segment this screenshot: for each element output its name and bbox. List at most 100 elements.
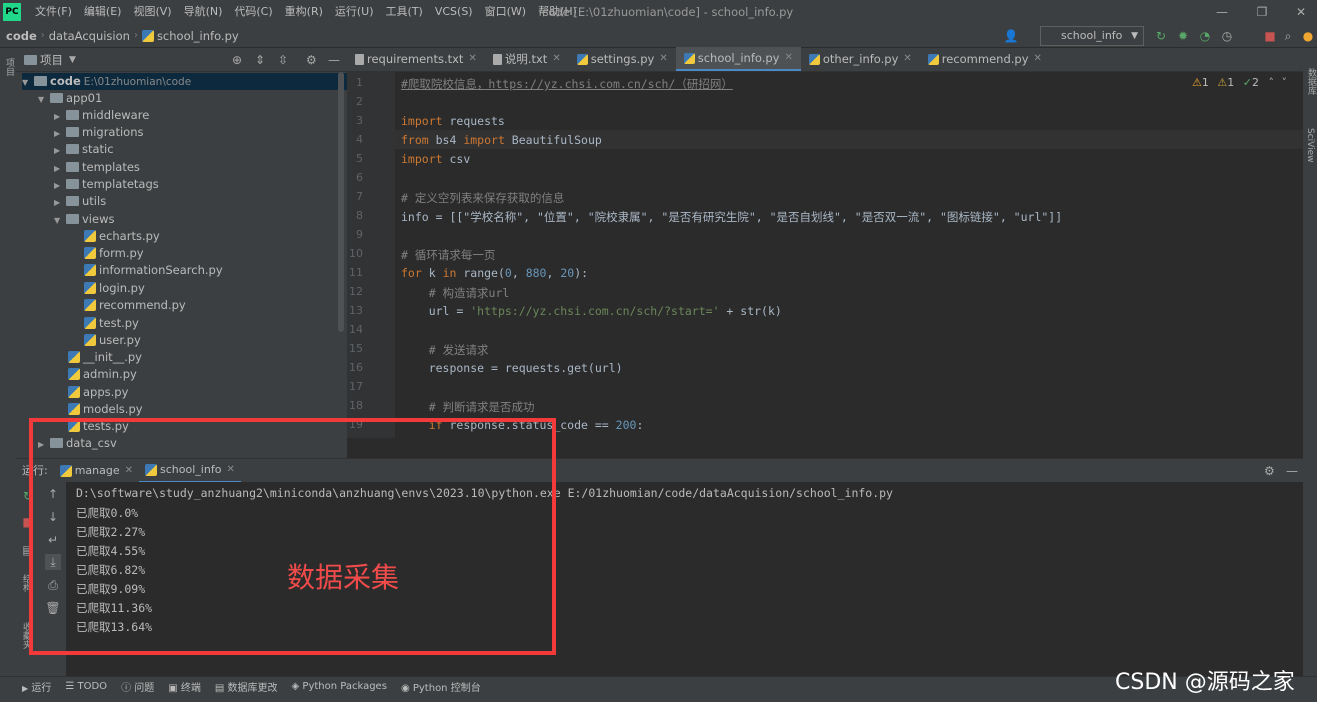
line-number: 10 xyxy=(349,247,363,260)
tree-item-apps[interactable]: apps.py xyxy=(68,384,128,401)
menu-run[interactable]: 运行(U) xyxy=(329,0,380,24)
close-icon[interactable]: ✕ xyxy=(784,46,792,70)
bottom-tab-terminal[interactable]: ▣ 终端 xyxy=(168,679,201,694)
chevron-down-icon[interactable]: ▼ xyxy=(54,212,66,229)
tree-item-test[interactable]: test.py xyxy=(84,315,139,332)
database-stripe-label[interactable]: 数据库 xyxy=(1305,68,1317,95)
chevron-right-icon[interactable]: ▶ xyxy=(54,177,66,194)
tab-settings[interactable]: settings.py ✕ xyxy=(569,47,676,71)
collapse-all-icon[interactable]: ⇳ xyxy=(278,53,288,67)
coverage-icon[interactable]: ◔ xyxy=(1197,28,1213,44)
tree-item-templates[interactable]: ▶ templates xyxy=(54,159,140,176)
tree-item-migrations[interactable]: ▶ migrations xyxy=(54,124,144,141)
code-line: info = [["学校名称", "位置", "院校隶属", "是否有研究生院"… xyxy=(401,210,1063,224)
menu-tools[interactable]: 工具(T) xyxy=(380,0,429,24)
bottom-tab-problems[interactable]: ⓘ 问题 xyxy=(121,679,154,694)
gear-icon[interactable]: ⚙ xyxy=(1264,464,1275,478)
chevron-up-icon[interactable]: ˄ xyxy=(1268,76,1274,89)
chevron-down-icon[interactable]: ˅ xyxy=(1281,76,1287,89)
minimize-icon[interactable]: — xyxy=(1206,0,1238,24)
menu-edit[interactable]: 编辑(E) xyxy=(78,0,128,24)
chevron-down-icon[interactable]: ▼ xyxy=(22,74,34,91)
tab-other-info[interactable]: other_info.py ✕ xyxy=(801,47,920,71)
python-file-icon xyxy=(683,52,695,64)
breadcrumb-folder[interactable]: dataAcquision xyxy=(45,29,134,43)
inspection-widget[interactable]: ⚠1 ⚠1 ✓2 ˄ ˅ xyxy=(1192,76,1287,89)
hide-icon[interactable]: — xyxy=(1286,464,1298,478)
bottom-tab-todo[interactable]: ☰ TODO xyxy=(65,681,107,692)
debug-icon[interactable]: ✹ xyxy=(1175,28,1191,44)
stop-icon[interactable]: ■ xyxy=(1262,28,1278,44)
project-title[interactable]: 项目 xyxy=(40,52,63,68)
tree-item-informationsearch[interactable]: informationSearch.py xyxy=(84,262,223,279)
left-tool-stripe: 项目 xyxy=(0,48,16,676)
bottom-tab-run[interactable]: ▶ 运行 xyxy=(22,679,51,694)
tree-item-init[interactable]: __init__.py xyxy=(68,349,142,366)
search-icon[interactable]: ⌕ xyxy=(1280,28,1296,44)
maximize-icon[interactable]: ❐ xyxy=(1246,0,1278,24)
close-icon[interactable]: ✕ xyxy=(1034,47,1042,71)
tree-item-admin[interactable]: admin.py xyxy=(68,366,137,383)
tab-readme[interactable]: 说明.txt ✕ xyxy=(485,47,569,71)
menu-refactor[interactable]: 重构(R) xyxy=(279,0,329,24)
tree-item-utils[interactable]: ▶ utils xyxy=(54,193,106,210)
chevron-down-icon[interactable]: ▼ xyxy=(38,91,50,108)
menu-view[interactable]: 视图(V) xyxy=(127,0,177,24)
chevron-right-icon: › xyxy=(133,30,138,41)
update-icon[interactable]: ● xyxy=(1300,28,1316,44)
tab-school-info[interactable]: school_info.py ✕ xyxy=(675,46,801,71)
close-icon[interactable]: ✕ xyxy=(468,47,476,71)
tree-item-login[interactable]: login.py xyxy=(84,280,145,297)
code-line: from bs4 import BeautifulSoup xyxy=(401,133,602,147)
close-icon[interactable]: ✕ xyxy=(1285,0,1317,24)
tree-item-static[interactable]: ▶ static xyxy=(54,141,114,158)
chevron-right-icon[interactable]: ▶ xyxy=(54,125,66,142)
close-icon[interactable]: ✕ xyxy=(903,47,911,71)
menu-vcs[interactable]: VCS(S) xyxy=(429,0,479,24)
project-scrollbar[interactable] xyxy=(338,72,344,332)
chevron-down-icon[interactable]: ▼ xyxy=(69,55,76,65)
tree-item-app01[interactable]: ▼ app01 xyxy=(38,90,102,107)
tree-item-recommend[interactable]: recommend.py xyxy=(84,297,186,314)
tree-item-views[interactable]: ▼ views xyxy=(54,211,114,228)
close-icon[interactable]: ✕ xyxy=(552,47,560,71)
python-console-icon: ◉ xyxy=(400,683,410,694)
chevron-right-icon[interactable]: ▶ xyxy=(54,142,66,159)
profile-icon[interactable]: ◷ xyxy=(1219,28,1235,44)
tree-item-user[interactable]: user.py xyxy=(84,332,141,349)
code-line: # 构造请求url xyxy=(401,286,510,300)
chevron-right-icon[interactable]: ▶ xyxy=(54,108,66,125)
breadcrumb-root[interactable]: code xyxy=(0,29,41,43)
bottom-tab-db-changes[interactable]: ▤ 数据库更改 xyxy=(215,679,278,694)
sciview-stripe-label[interactable]: SciView xyxy=(1305,128,1315,163)
tree-item-middleware[interactable]: ▶ middleware xyxy=(54,107,149,124)
menu-code[interactable]: 代码(C) xyxy=(228,0,278,24)
run-config-select[interactable]: school_info ▼ xyxy=(1040,26,1144,46)
chevron-right-icon[interactable]: ▶ xyxy=(54,194,66,211)
tree-item-models[interactable]: models.py xyxy=(68,401,143,418)
line-number: 15 xyxy=(349,342,363,355)
tree-item-templatetags[interactable]: ▶ templatetags xyxy=(54,176,159,193)
tab-recommend[interactable]: recommend.py ✕ xyxy=(920,47,1050,71)
hide-icon[interactable]: — xyxy=(328,53,340,67)
close-icon[interactable]: ✕ xyxy=(659,47,667,71)
tree-item-code[interactable]: ▼ code E:\01zhuomian\code xyxy=(22,73,347,90)
rerun-icon[interactable]: ↻ xyxy=(1153,28,1169,44)
project-stripe-label[interactable]: 项目 xyxy=(3,58,16,76)
user-icon[interactable]: 👤 xyxy=(1003,28,1019,44)
breadcrumb-file[interactable]: school_info.py xyxy=(157,29,243,43)
menu-file[interactable]: 文件(F) xyxy=(29,0,78,24)
gear-icon[interactable]: ⚙ xyxy=(306,53,317,67)
tab-requirements[interactable]: requirements.txt ✕ xyxy=(347,47,485,71)
bottom-tab-python-console[interactable]: ◉ Python 控制台 xyxy=(401,679,481,694)
code-line: for k in range(0, 880, 20): xyxy=(401,266,589,280)
tree-item-echarts[interactable]: echarts.py xyxy=(84,228,160,245)
menu-window[interactable]: 窗口(W) xyxy=(479,0,532,24)
expand-all-icon[interactable]: ⇕ xyxy=(255,53,265,67)
menu-navigate[interactable]: 导航(N) xyxy=(178,0,229,24)
locate-icon[interactable]: ⊕ xyxy=(232,53,242,67)
bottom-tab-python-packages[interactable]: ◈ Python Packages xyxy=(292,681,387,692)
code-line: # 判断请求是否成功 xyxy=(401,400,535,414)
tree-item-form[interactable]: form.py xyxy=(84,245,144,262)
chevron-right-icon[interactable]: ▶ xyxy=(54,160,66,177)
